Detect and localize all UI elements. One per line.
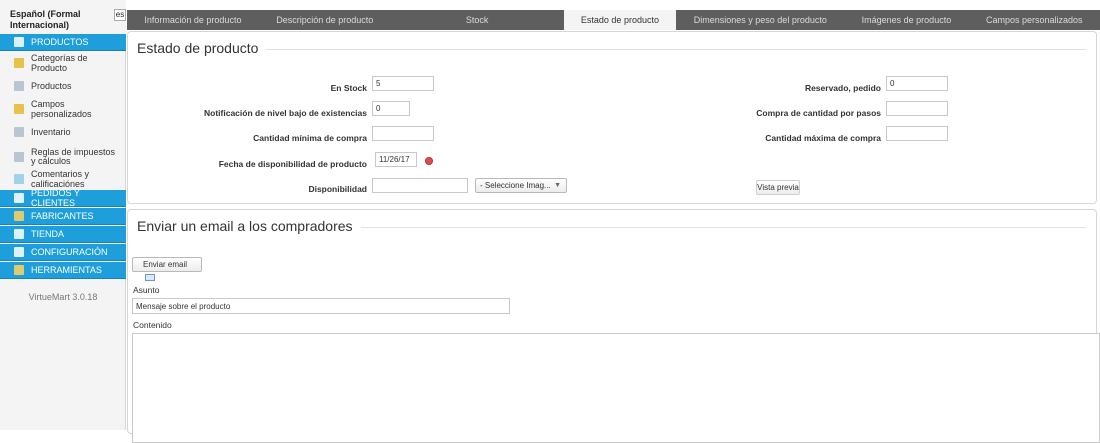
language-select[interactable]: es [114, 9, 126, 21]
sidebar-section-orders[interactable]: PEDIDOS Y CLIENTES [0, 188, 126, 208]
select-value: - Seleccione Imag... [480, 181, 551, 190]
store-icon [14, 229, 24, 239]
sidebar-section-configuration[interactable]: CONFIGURACIÓN [0, 244, 126, 261]
sidebar-section-label: PRODUCTOS [31, 37, 89, 47]
availability-label: Disponibilidad [308, 184, 367, 194]
reserved-field[interactable] [886, 76, 948, 91]
step-order-label: Compra de cantidad por pasos [756, 108, 881, 118]
config-icon [14, 247, 24, 257]
sidebar-section-label: FABRICANTES [31, 211, 94, 221]
comments-icon [14, 173, 24, 184]
subject-label: Asunto [133, 285, 160, 295]
sidebar-item-label: Reglas de impuestos y cálculos [31, 147, 116, 166]
availability-image-select[interactable]: - Seleccione Imag... ▼ [475, 178, 567, 193]
tab-dimensions[interactable]: Dimensiones y peso del producto [676, 10, 844, 30]
min-order-label: Cantidad mínima de compra [253, 133, 367, 143]
sidebar-item-inventory[interactable]: Inventario [0, 120, 126, 143]
sidebar-section-label: PEDIDOS Y CLIENTES [31, 188, 80, 208]
send-email-button[interactable]: Enviar email [132, 257, 202, 281]
product-tabs: Información de producto Descripción de p… [127, 10, 1100, 30]
language-label: Español (Formal Internacional) [10, 9, 81, 30]
version-label: VirtueMart 3.0.18 [28, 292, 98, 302]
sidebar-item-label: Campos personalizados [31, 98, 92, 119]
tab-product-description[interactable]: Descripción de producto [259, 10, 391, 30]
sidebar-item-label: Inventario [31, 126, 71, 137]
inventory-icon [14, 126, 24, 137]
low-stock-notification-label: Notificación de nivel bajo de existencia… [204, 108, 367, 118]
reserved-label: Reservado, pedido [804, 83, 881, 93]
content-label: Contenido [133, 320, 172, 330]
panel-divider [328, 227, 1086, 228]
max-order-label: Cantidad máxima de compra [765, 133, 881, 143]
email-buyers-panel: Enviar un email a los compradores Enviar… [127, 209, 1100, 443]
sidebar-item-label: Productos [31, 80, 72, 91]
manufacturers-icon [14, 211, 24, 221]
mail-icon [145, 274, 155, 281]
sidebar-item-categories[interactable]: Categorías de Producto [0, 51, 126, 74]
in-stock-field[interactable] [372, 76, 434, 91]
sidebar-item-label: Comentarios y calificaciónes [31, 168, 90, 189]
tools-icon [14, 265, 24, 275]
categories-icon [14, 57, 24, 68]
tab-custom-fields[interactable]: Campos personalizados [969, 10, 1100, 30]
sidebar-item-products[interactable]: Productos [0, 74, 126, 97]
sidebar-section-label: HERRAMIENTAS [31, 265, 102, 275]
custom-fields-icon [14, 103, 24, 114]
tax-rules-icon [14, 152, 24, 162]
step-order-field[interactable] [886, 101, 948, 116]
subject-field[interactable] [132, 298, 510, 314]
preview-button[interactable]: Vista previa [756, 180, 800, 195]
max-order-field[interactable] [886, 126, 948, 141]
sidebar-section-label: CONFIGURACIÓN [31, 247, 108, 257]
min-order-field[interactable] [372, 126, 434, 141]
panel-title: Estado de producto [137, 40, 267, 56]
language-switcher: Español (Formal Internacional) es [0, 0, 126, 34]
in-stock-label: En Stock [330, 83, 367, 93]
sidebar-section-store[interactable]: TIENDA [0, 226, 126, 243]
sidebar-section-manufacturers[interactable]: FABRICANTES [0, 208, 126, 225]
sidebar-item-custom-fields[interactable]: Campos personalizados [0, 97, 126, 120]
availability-field[interactable] [372, 178, 468, 193]
sidebar-item-label: Categorías de Producto [31, 52, 88, 73]
tab-product-images[interactable]: Imágenes de producto [844, 10, 968, 30]
tab-product-status[interactable]: Estado de producto [563, 10, 677, 30]
send-email-label: Enviar email [143, 260, 188, 269]
sidebar-item-comments[interactable]: Comentarios y calificaciónes [0, 167, 126, 190]
panel-title: Enviar un email a los compradores [137, 218, 361, 234]
tab-stock[interactable]: Stock [391, 10, 564, 30]
panel-divider [246, 49, 1086, 50]
orders-icon [14, 193, 24, 203]
product-status-panel: Estado de producto En Stock Reservado, p… [127, 31, 1097, 204]
content-editor[interactable] [132, 333, 1100, 443]
sidebar-section-tools[interactable]: HERRAMIENTAS [0, 262, 126, 279]
products-list-icon [14, 80, 24, 91]
products-icon [14, 37, 24, 47]
calendar-reset-icon[interactable] [425, 157, 433, 165]
availability-date-field[interactable] [375, 152, 417, 167]
tab-product-info[interactable]: Información de producto [127, 10, 259, 30]
low-stock-notification-field[interactable] [372, 101, 410, 116]
availability-date-label: Fecha de disponibilidad de producto [218, 159, 367, 169]
sidebar-section-products[interactable]: PRODUCTOS [0, 34, 126, 51]
chevron-down-icon: ▼ [554, 182, 561, 189]
sidebar: Español (Formal Internacional) es PRODUC… [0, 0, 126, 430]
sidebar-section-label: TIENDA [31, 229, 65, 239]
